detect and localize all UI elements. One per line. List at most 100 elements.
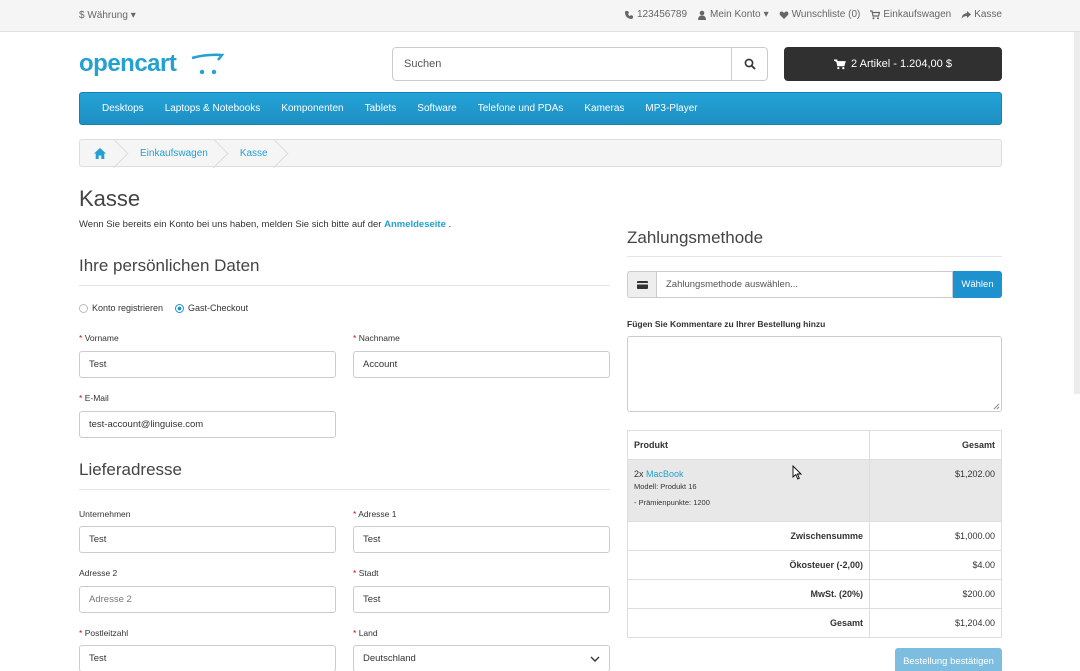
address2-field[interactable]: Adresse 2: [79, 586, 336, 613]
order-summary-table: Produkt Gesamt 2x MacBook Modell: Produk…: [627, 430, 1002, 638]
postcode-label: * Postleitzahl: [79, 628, 129, 638]
cart-button[interactable]: 2 Artikel - 1.204,00 $: [784, 47, 1002, 81]
breadcrumb-home[interactable]: [80, 140, 126, 166]
lastname-field[interactable]: Account: [353, 351, 610, 378]
comment-textarea[interactable]: [627, 336, 1002, 412]
choose-payment-button[interactable]: Wählen: [953, 271, 1002, 298]
radio-register[interactable]: Konto registrieren: [79, 303, 163, 313]
checkout-label: Kasse: [974, 9, 1002, 20]
country-select[interactable]: Deutschland: [353, 645, 610, 671]
menu-item-desktops[interactable]: Desktops: [102, 103, 144, 114]
login-hint-suffix: .: [448, 219, 452, 230]
account-dropdown[interactable]: Mein Konto ▾: [697, 9, 769, 20]
breadcrumb-cart[interactable]: Einkaufswagen: [126, 140, 226, 166]
menu-item-phones[interactable]: Telefone und PDAs: [478, 103, 564, 114]
ecotax-label: Ökosteuer (-2,00): [627, 550, 870, 580]
mouse-cursor-icon: [792, 465, 802, 480]
menu-item-software[interactable]: Software: [417, 103, 456, 114]
credit-card-icon: [636, 280, 648, 289]
heart-icon: [779, 10, 789, 19]
payment-method-input[interactable]: Zahlungsmethode auswählen...: [656, 271, 953, 298]
address1-label-text: Adresse 1: [358, 509, 397, 519]
radio-guest-circle: [175, 303, 185, 313]
ecotax-value: $4.00: [869, 550, 1002, 580]
menu-item-cameras[interactable]: Kameras: [584, 103, 624, 114]
cart-link[interactable]: Einkaufswagen: [870, 9, 951, 20]
lastname-label-text: Nachname: [358, 333, 400, 343]
divider: [627, 256, 1002, 257]
divider: [79, 489, 610, 490]
login-hint-text: Wenn Sie bereits ein Konto bei uns haben…: [79, 219, 382, 230]
city-label: * Stadt: [353, 568, 379, 578]
address1-label: * Adresse 1: [353, 509, 397, 519]
phone-number: 123456789: [636, 9, 688, 20]
address2-label: Adresse 2: [79, 568, 118, 578]
confirm-order-button[interactable]: Bestellung bestätigen: [895, 648, 1002, 671]
logo[interactable]: opencart: [79, 50, 177, 78]
grand-total-value: $1,204.00: [869, 608, 1002, 638]
radio-guest-label: Gast-Checkout: [188, 303, 249, 313]
cart-total-label: 2 Artikel - 1.204,00 $: [851, 58, 952, 70]
vat-value: $200.00: [869, 579, 1002, 609]
firstname-label: * Vorname: [79, 333, 119, 343]
login-page-link[interactable]: Anmeldeseite: [384, 219, 446, 230]
resize-handle-icon[interactable]: [993, 403, 1000, 410]
address1-field[interactable]: Test: [353, 526, 610, 553]
product-qty: 2x: [634, 469, 644, 479]
city-label-text: Stadt: [358, 568, 379, 578]
firstname-label-text: Vorname: [84, 333, 119, 343]
logo-cart-icon: [191, 53, 224, 75]
menu-item-laptops[interactable]: Laptops & Notebooks: [165, 103, 261, 114]
chevron-down-icon: [590, 656, 600, 662]
radio-guest[interactable]: Gast-Checkout: [175, 303, 248, 313]
grand-total-label: Gesamt: [627, 608, 870, 638]
account-label: Mein Konto: [710, 9, 761, 20]
firstname-field[interactable]: Test: [79, 351, 336, 378]
main-menu: Desktops Laptops & Notebooks Komponenten…: [79, 92, 1002, 125]
wishlist-link[interactable]: Wunschliste (0): [779, 9, 861, 20]
postcode-label-text: Postleitzahl: [84, 628, 129, 638]
menu-item-components[interactable]: Komponenten: [281, 103, 343, 114]
payment-addon: [627, 271, 656, 298]
country-label: * Land: [353, 628, 378, 638]
product-points: - Prämienpunkte: 1200: [634, 498, 710, 507]
payment-method-group: Zahlungsmethode auswählen... Wählen: [627, 271, 1002, 298]
table-row: MwSt. (20%) $200.00: [627, 579, 1002, 609]
share-icon: [961, 10, 972, 19]
city-field[interactable]: Test: [353, 586, 610, 613]
product-link[interactable]: MacBook: [646, 469, 684, 479]
product-total: $1,202.00: [869, 459, 1002, 522]
phone-link[interactable]: 123456789: [624, 9, 687, 20]
top-bar: $ Währung ▾ 123456789 Mein Konto ▾ Wunsc…: [0, 0, 1080, 32]
cart-icon: [834, 58, 846, 69]
payment-heading: Zahlungsmethode: [627, 228, 764, 247]
divider: [79, 285, 610, 286]
scrollbar[interactable]: [1074, 32, 1080, 394]
company-field[interactable]: Test: [79, 526, 336, 553]
cart-icon: [870, 9, 881, 19]
product-model: Modell: Produkt 16: [634, 482, 697, 491]
wishlist-label: Wunschliste (0): [791, 9, 861, 20]
search-bar: [392, 47, 768, 81]
column-total: Gesamt: [869, 430, 1002, 460]
breadcrumb-checkout[interactable]: Kasse: [226, 140, 286, 166]
currency-dropdown[interactable]: $ Währung ▾: [79, 10, 136, 21]
email-label-text: E-Mail: [84, 393, 109, 403]
search-button[interactable]: [731, 48, 767, 80]
search-input[interactable]: [393, 48, 731, 80]
currency-label: $ Währung: [79, 10, 128, 21]
subtotal-label: Zwischensumme: [627, 521, 870, 551]
checkout-link[interactable]: Kasse: [961, 9, 1002, 20]
email-label: * E-Mail: [79, 393, 109, 403]
comment-label: Fügen Sie Kommentare zu Ihrer Bestellung…: [627, 319, 826, 329]
menu-item-mp3[interactable]: MP3-Player: [645, 103, 697, 114]
menu-item-tablets[interactable]: Tablets: [365, 103, 397, 114]
postcode-field[interactable]: Test: [79, 645, 336, 671]
subtotal-value: $1,000.00: [869, 521, 1002, 551]
email-field[interactable]: test-account@linguise.com: [79, 411, 336, 438]
page-title: Kasse: [79, 186, 141, 211]
table-row: Zwischensumme $1,000.00: [627, 521, 1002, 551]
cart-label: Einkaufswagen: [883, 9, 952, 20]
phone-icon: [624, 10, 633, 19]
home-icon: [94, 147, 106, 159]
